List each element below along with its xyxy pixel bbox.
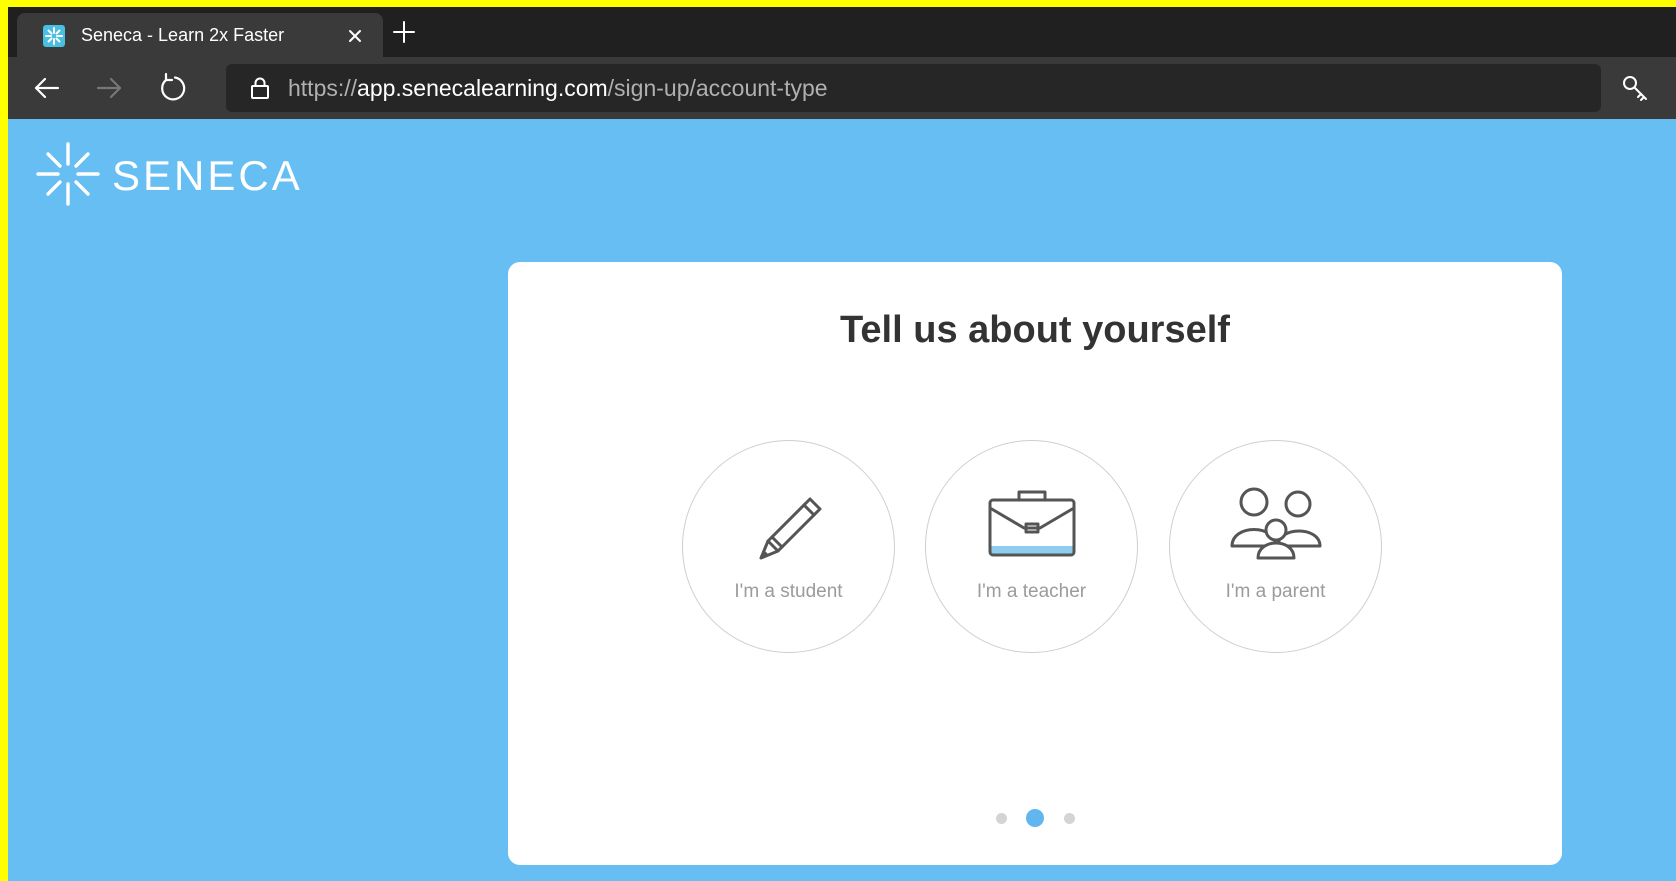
url-text: https://app.senecalearning.com/sign-up/a… — [288, 75, 828, 102]
lock-icon[interactable] — [248, 76, 272, 100]
briefcase-icon — [988, 490, 1076, 557]
student-option-label: I'm a student — [734, 581, 843, 602]
close-tab-icon[interactable] — [343, 24, 367, 48]
url-scheme: https:// — [288, 75, 358, 101]
new-tab-icon[interactable] — [391, 19, 417, 45]
parent-option-label: I'm a parent — [1225, 581, 1326, 602]
seneca-sparkle-icon — [36, 142, 100, 206]
pagination-dot[interactable] — [996, 813, 1007, 824]
address-bar[interactable]: https://app.senecalearning.com/sign-up/a… — [226, 64, 1601, 112]
account-type-card: Tell us about yourself I'm a student I'm… — [508, 262, 1562, 865]
pagination-dot[interactable] — [1064, 813, 1075, 824]
teacher-option-label: I'm a teacher — [976, 581, 1087, 602]
refresh-icon[interactable] — [156, 71, 190, 105]
parent-option-button[interactable]: I'm a parent — [1169, 440, 1382, 653]
pencil-icon — [759, 497, 822, 560]
back-arrow-icon[interactable] — [30, 71, 64, 105]
key-icon[interactable] — [1618, 71, 1652, 105]
tab-title: Seneca - Learn 2x Faster — [81, 25, 285, 45]
teacher-option-button[interactable]: I'm a teacher — [925, 440, 1138, 653]
student-option-button[interactable]: I'm a student — [682, 440, 895, 653]
browser-toolbar: https://app.senecalearning.com/sign-up/a… — [8, 57, 1676, 119]
url-host: app.senecalearning.com — [357, 75, 608, 101]
tab-strip: Seneca - Learn 2x Faster — [8, 7, 1676, 57]
page-title: Tell us about yourself — [840, 309, 1230, 351]
browser-tab[interactable]: Seneca - Learn 2x Faster — [17, 13, 383, 57]
forward-arrow-icon[interactable] — [92, 71, 126, 105]
browser-window: Seneca - Learn 2x Faster https://app.sen… — [8, 7, 1676, 881]
url-path: /sign-up/account-type — [607, 75, 828, 101]
pagination-dot-active[interactable] — [1026, 809, 1044, 827]
logo-text: SENECA — [112, 152, 303, 199]
seneca-favicon-icon — [43, 25, 65, 47]
family-icon — [1230, 487, 1322, 560]
